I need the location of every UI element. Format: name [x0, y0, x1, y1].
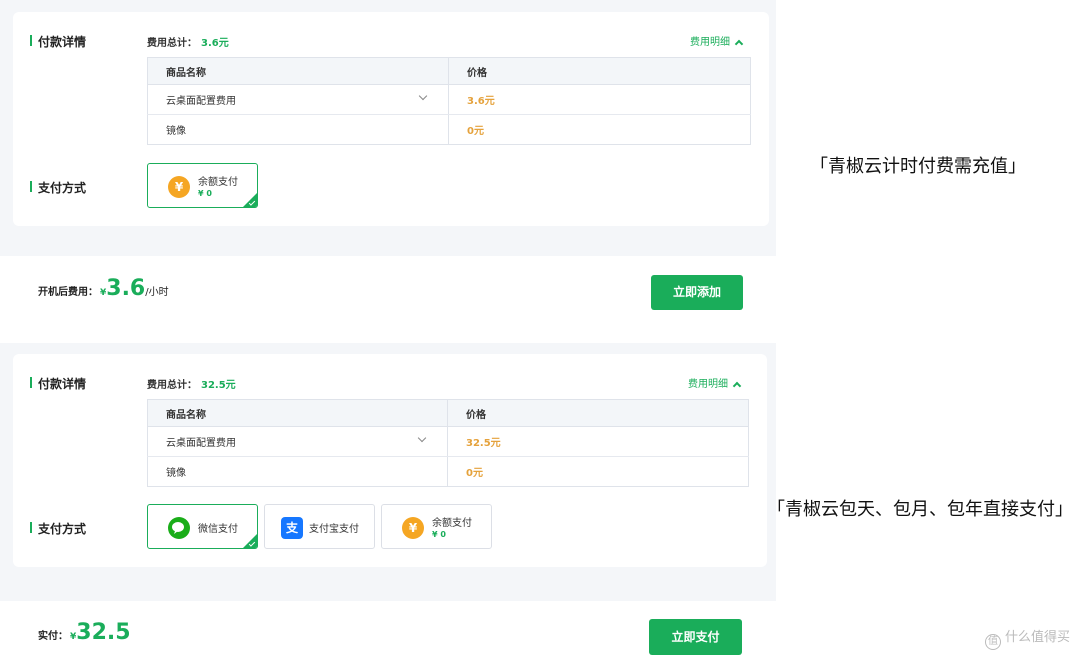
- total-cost-amount: 32.5元: [201, 380, 236, 391]
- fee-table: 商品名称 价格 云桌面配置费用 3.6元 镜像 0元: [147, 57, 751, 145]
- column-header-price: 价格: [448, 57, 751, 85]
- column-header-price: 价格: [447, 399, 749, 427]
- chevron-down-icon: [418, 91, 428, 101]
- balance-pay-option[interactable]: ¥ 余额支付 ¥ 0: [381, 504, 492, 549]
- wechat-pay-option[interactable]: 微信支付: [147, 504, 258, 549]
- fee-detail-label: 费用明细: [690, 37, 730, 48]
- after-start-cost: 开机后费用： ¥3.6/小时: [38, 276, 169, 301]
- table-row: 云桌面配置费用 3.6元: [147, 84, 751, 115]
- item-name: 镜像: [166, 468, 186, 479]
- watermark-logo-icon: 值: [984, 634, 1001, 650]
- pay-option-label: 微信支付: [198, 524, 238, 535]
- payment-method-label: 支付方式: [30, 520, 86, 537]
- actual-payment-label: 实付：: [38, 631, 68, 642]
- item-price: 32.5元: [447, 426, 749, 457]
- actual-payment: 实付： ¥32.5: [38, 620, 131, 645]
- wechat-bubble-icon: [172, 522, 184, 534]
- yen-icon: ¥: [168, 176, 190, 198]
- pay-option-label: 余额支付: [432, 518, 472, 529]
- hourly-unit: /小时: [145, 287, 169, 298]
- actual-payment-amount: 32.5: [76, 620, 131, 645]
- table-row: 云桌面配置费用 32.5元: [147, 426, 749, 457]
- balance-amount: ¥ 0: [198, 189, 212, 198]
- caption-bottom: 「青椒云包天、包月、包年直接支付」: [767, 499, 1073, 520]
- fee-detail-toggle[interactable]: 费用明细: [690, 33, 744, 49]
- pay-option-label: 余额支付: [198, 177, 238, 188]
- alipay-icon: 支: [281, 517, 303, 539]
- add-now-button[interactable]: 立即添加: [651, 275, 743, 310]
- payment-detail-label: 付款详情: [30, 375, 86, 392]
- caption-top: 「青椒云计时付费需充值」: [810, 156, 1026, 177]
- hourly-cost-amount: 3.6: [106, 276, 146, 301]
- chevron-up-icon: [732, 381, 742, 391]
- item-price: 0元: [448, 114, 751, 145]
- balance-pay-option[interactable]: ¥ 余额支付 ¥ 0: [147, 163, 258, 208]
- payment-detail-label: 付款详情: [30, 33, 86, 50]
- yen-icon: ¥: [402, 517, 424, 539]
- total-cost: 费用总计： 3.6元: [147, 34, 229, 49]
- item-price: 3.6元: [448, 84, 751, 115]
- balance-amount: ¥ 0: [432, 530, 446, 539]
- fee-detail-toggle[interactable]: 费用明细: [688, 375, 742, 391]
- item-name: 云桌面配置费用: [166, 96, 236, 107]
- table-header-row: 商品名称 价格: [147, 57, 751, 85]
- fee-detail-label: 费用明细: [688, 379, 728, 390]
- watermark-text: 什么值得买: [1004, 630, 1070, 645]
- config-fee-select[interactable]: 云桌面配置费用: [147, 84, 449, 115]
- total-cost: 费用总计： 32.5元: [147, 376, 236, 391]
- fee-table: 商品名称 价格 云桌面配置费用 32.5元 镜像 0元: [147, 399, 749, 487]
- pay-now-button[interactable]: 立即支付: [649, 619, 742, 655]
- table-header-row: 商品名称 价格: [147, 399, 749, 427]
- item-name: 镜像: [166, 126, 186, 137]
- total-cost-label: 费用总计：: [147, 38, 197, 49]
- wechat-icon: [168, 517, 190, 539]
- chevron-up-icon: [734, 39, 744, 49]
- alipay-option[interactable]: 支 支付宝支付: [264, 504, 375, 549]
- column-header-name: 商品名称: [147, 57, 449, 85]
- payment-method-label: 支付方式: [30, 179, 86, 196]
- chevron-down-icon: [417, 433, 427, 443]
- item-name: 云桌面配置费用: [166, 438, 236, 449]
- after-start-cost-label: 开机后费用：: [38, 287, 98, 298]
- total-cost-amount: 3.6元: [201, 38, 229, 49]
- watermark: 值什么值得买: [984, 626, 1070, 650]
- column-header-name: 商品名称: [147, 399, 448, 427]
- item-price: 0元: [447, 456, 749, 487]
- pay-option-label: 支付宝支付: [309, 524, 359, 535]
- table-row: 镜像 0元: [148, 114, 751, 145]
- config-fee-select[interactable]: 云桌面配置费用: [147, 426, 448, 457]
- total-cost-label: 费用总计：: [147, 380, 197, 391]
- table-row: 镜像 0元: [148, 456, 749, 487]
